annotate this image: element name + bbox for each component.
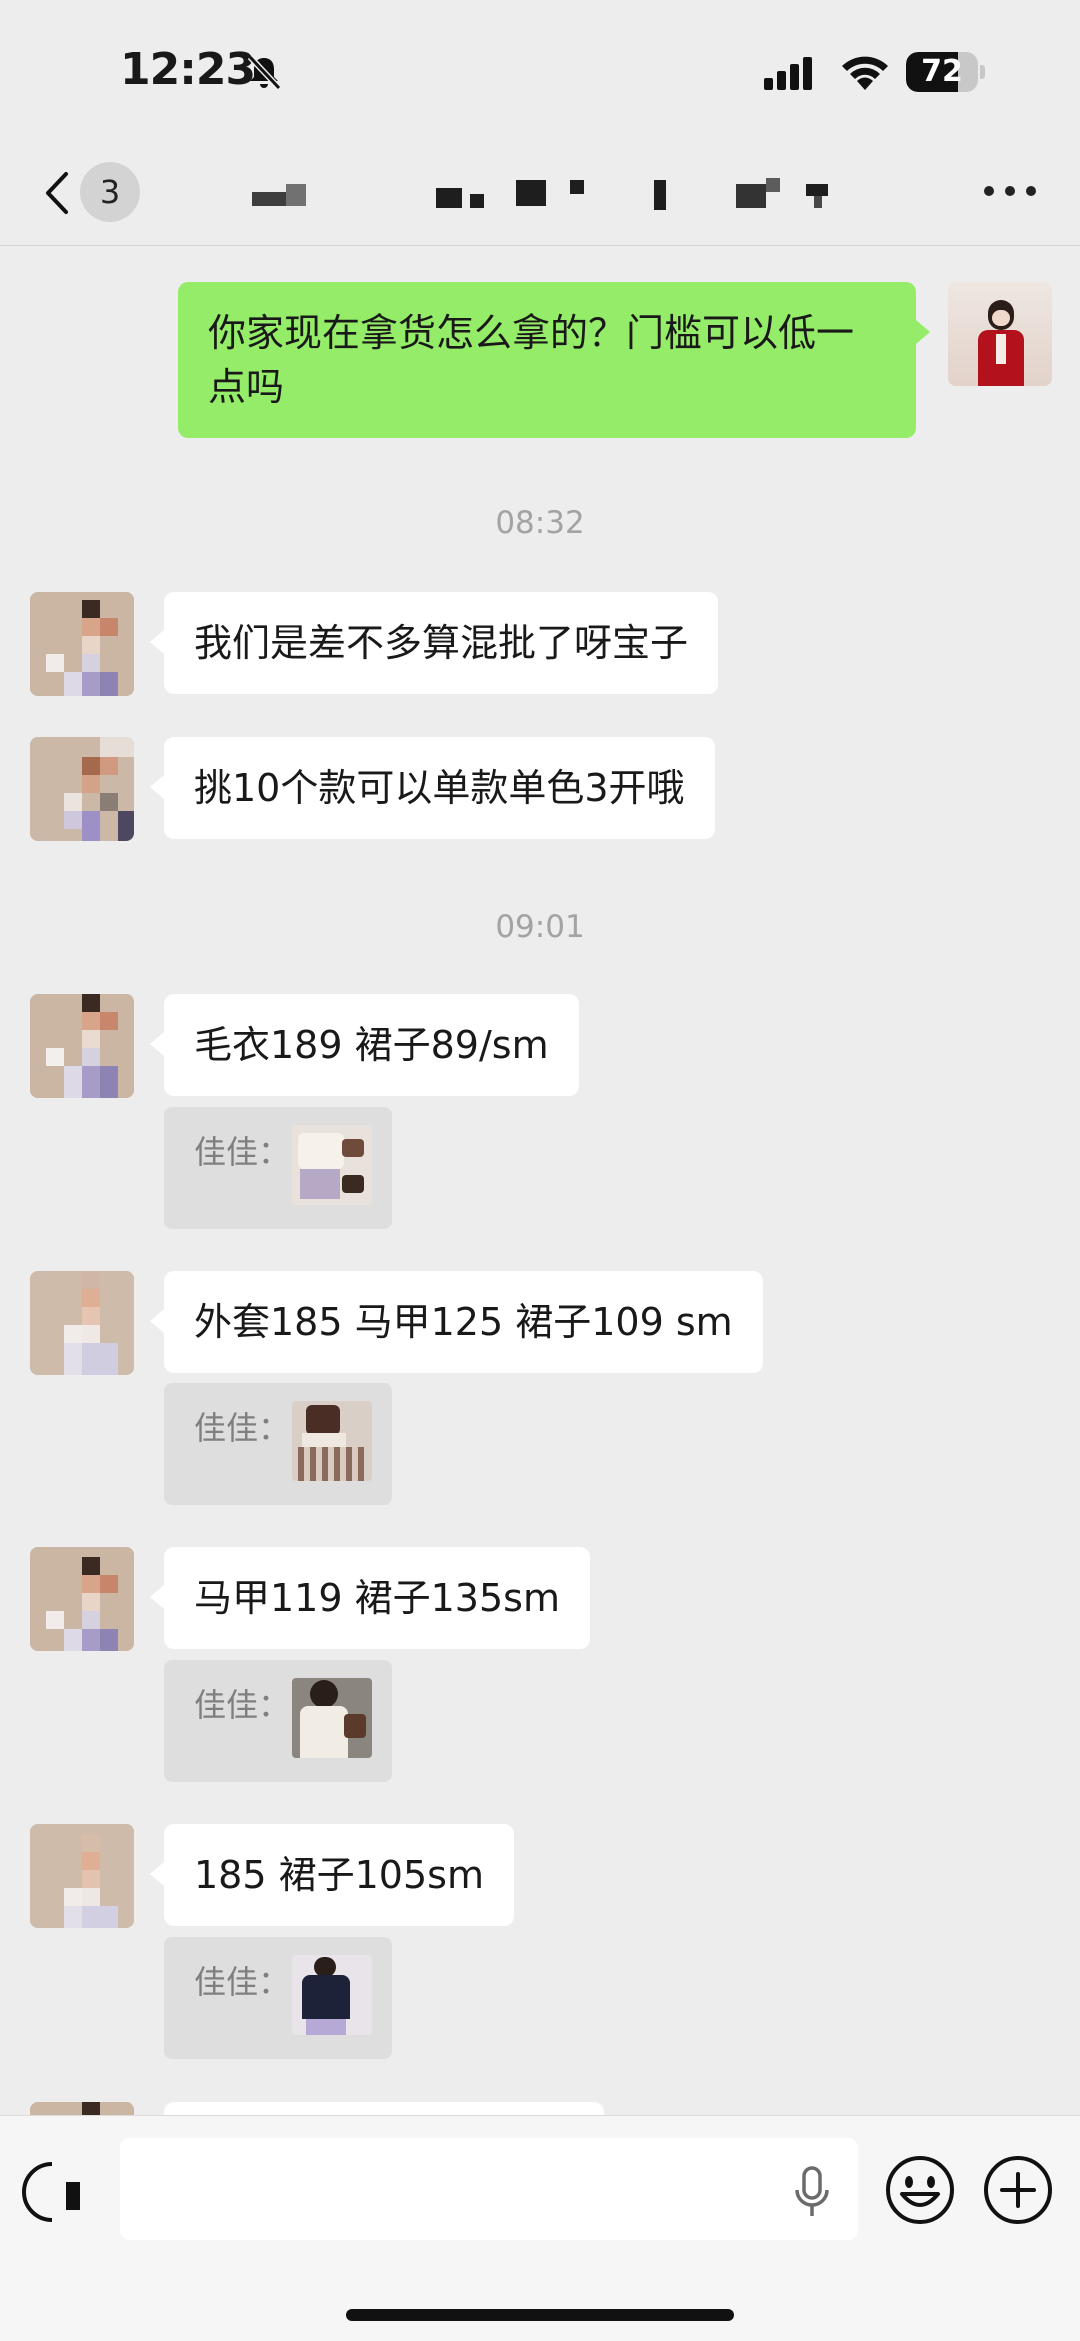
incoming-message-bubble[interactable]: 毛衣189 裙子89/sm — [150, 994, 579, 1096]
status-bar: 12:23 72 — [0, 0, 1080, 140]
quote-sender-name: 佳佳： — [194, 1686, 291, 1724]
more-icon — [984, 186, 994, 196]
incoming-message-bubble[interactable] — [164, 2102, 604, 2115]
message-input[interactable] — [120, 2138, 858, 2240]
message-list[interactable]: 你家现在拿货怎么拿的？门槛可以低一点吗 08:32 我们是差不多算混批了呀宝子 — [0, 247, 1080, 2115]
chat-title-redacted — [240, 170, 840, 220]
contact-avatar[interactable] — [30, 1547, 134, 1651]
incoming-message-bubble[interactable]: 我们是差不多算混批了呀宝子 — [149, 592, 719, 694]
status-time: 12:23 — [120, 44, 256, 95]
quoted-message[interactable]: 佳佳： — [164, 1937, 392, 2059]
my-avatar[interactable] — [948, 282, 1052, 386]
quoted-message[interactable]: 佳佳： — [164, 1107, 392, 1229]
chevron-left-icon — [46, 172, 68, 214]
incoming-message-bubble[interactable]: 挑10个款可以单款单色3开哦 — [150, 737, 715, 839]
contact-avatar[interactable] — [30, 1271, 134, 1375]
microphone-icon[interactable] — [792, 2166, 832, 2218]
chat-nav-bar: 3 — [0, 140, 1080, 246]
quote-thumbnail-image[interactable] — [292, 1125, 372, 1205]
quote-sender-name: 佳佳： — [194, 1409, 291, 1447]
message-text: 马甲119 裙子135sm — [194, 1576, 560, 1620]
incoming-message-bubble[interactable]: 185 裙子105sm — [150, 1824, 514, 1926]
incoming-message-bubble[interactable]: 外套185 马甲125 裙子109 sm — [150, 1271, 763, 1373]
quote-thumbnail-image[interactable] — [292, 1401, 372, 1481]
contact-avatar[interactable] — [30, 994, 134, 1098]
chat-screen: 12:23 72 3 你家现在拿货怎么拿的？门槛可以低一点吗 08:32 我们是… — [0, 0, 1080, 2341]
quote-thumbnail-image[interactable] — [292, 1955, 372, 2035]
wifi-icon — [842, 56, 888, 90]
battery-percent: 72 — [921, 54, 963, 89]
message-input-bar — [0, 2115, 1080, 2341]
unread-count-badge: 3 — [80, 162, 140, 222]
contact-avatar[interactable] — [30, 2102, 134, 2115]
message-text: 毛衣189 裙子89/sm — [194, 1023, 549, 1067]
contact-avatar[interactable] — [30, 1824, 134, 1928]
message-timestamp: 08:32 — [495, 505, 585, 541]
silent-bell-icon — [247, 54, 282, 91]
quote-thumbnail-image[interactable] — [292, 1678, 372, 1758]
plus-icon[interactable] — [982, 2154, 1054, 2226]
message-text: 外套185 马甲125 裙子109 sm — [194, 1300, 733, 1344]
incoming-message-bubble[interactable]: 马甲119 裙子135sm — [150, 1547, 590, 1649]
message-text: 我们是差不多算混批了呀宝子 — [194, 621, 689, 665]
voice-icon[interactable] — [22, 2156, 94, 2228]
outgoing-message-bubble[interactable]: 你家现在拿货怎么拿的？门槛可以低一点吗 — [178, 282, 930, 438]
quote-sender-name: 佳佳： — [194, 1133, 291, 1171]
emoji-icon[interactable] — [884, 2154, 956, 2226]
quoted-message[interactable]: 佳佳： — [164, 1383, 392, 1505]
battery-indicator: 72 — [906, 52, 985, 92]
contact-avatar[interactable] — [30, 592, 134, 696]
contact-avatar[interactable] — [30, 737, 134, 841]
message-timestamp: 09:01 — [495, 909, 585, 945]
message-text: 挑10个款可以单款单色3开哦 — [194, 766, 685, 810]
cellular-signal-icon — [764, 57, 812, 90]
message-text: 185 裙子105sm — [194, 1853, 484, 1897]
message-text: 你家现在拿货怎么拿的？门槛可以低一点吗 — [208, 311, 855, 409]
quote-sender-name: 佳佳： — [194, 1963, 291, 2001]
home-indicator[interactable] — [346, 2309, 734, 2321]
quoted-message[interactable]: 佳佳： — [164, 1660, 392, 1782]
more-options-button[interactable] — [980, 180, 1040, 204]
back-button[interactable]: 3 — [34, 160, 144, 224]
